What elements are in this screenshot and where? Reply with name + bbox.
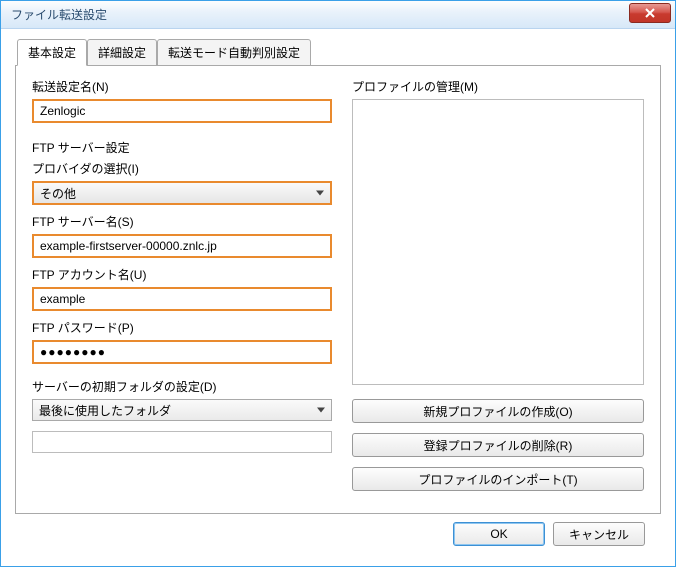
initfolder-selected-value: 最後に使用したフォルダ [39,402,171,419]
provider-selected-value: その他 [40,185,76,202]
left-column: 転送設定名(N) FTP サーバー設定 プロバイダの選択(I) その他 FTP … [32,76,332,501]
right-column: プロファイルの管理(M) 新規プロファイルの作成(O) 登録プロファイルの削除(… [352,76,644,501]
ok-button[interactable]: OK [453,522,545,546]
provider-label: プロバイダの選択(I) [32,160,332,177]
profile-header: プロファイルの管理(M) [352,78,644,95]
dialog-button-bar: OK キャンセル [15,514,661,558]
profile-listbox[interactable] [352,99,644,385]
tab-basic[interactable]: 基本設定 [17,39,87,66]
initfolder-select[interactable]: 最後に使用したフォルダ [32,399,332,421]
account-label: FTP アカウント名(U) [32,266,332,283]
server-label: FTP サーバー名(S) [32,213,332,230]
server-input[interactable] [32,234,332,258]
chevron-down-icon [316,191,324,196]
password-input[interactable] [32,340,332,364]
new-profile-button[interactable]: 新規プロファイルの作成(O) [352,399,644,423]
transfer-name-label: 転送設定名(N) [32,78,332,95]
tab-detail[interactable]: 詳細設定 [87,39,157,66]
cancel-button[interactable]: キャンセル [553,522,645,546]
dialog-content: 基本設定 詳細設定 転送モード自動判別設定 転送設定名(N) FTP サーバー設… [1,29,675,566]
titlebar: ファイル転送設定 [1,1,675,29]
ftp-server-header: FTP サーバー設定 [32,139,332,156]
password-label: FTP パスワード(P) [32,319,332,336]
transfer-name-input[interactable] [32,99,332,123]
tab-strip: 基本設定 詳細設定 転送モード自動判別設定 [15,39,661,66]
window-title: ファイル転送設定 [11,6,107,23]
chevron-down-icon [317,408,325,413]
account-input[interactable] [32,287,332,311]
close-icon [645,8,655,18]
tab-automode[interactable]: 転送モード自動判別設定 [157,39,311,66]
tab-body: 転送設定名(N) FTP サーバー設定 プロバイダの選択(I) その他 FTP … [15,65,661,514]
provider-select[interactable]: その他 [32,181,332,205]
delete-profile-button[interactable]: 登録プロファイルの削除(R) [352,433,644,457]
close-button[interactable] [629,3,671,23]
initfolder-path-input[interactable] [32,431,332,453]
import-profile-button[interactable]: プロファイルのインポート(T) [352,467,644,491]
initfolder-header: サーバーの初期フォルダの設定(D) [32,378,332,395]
